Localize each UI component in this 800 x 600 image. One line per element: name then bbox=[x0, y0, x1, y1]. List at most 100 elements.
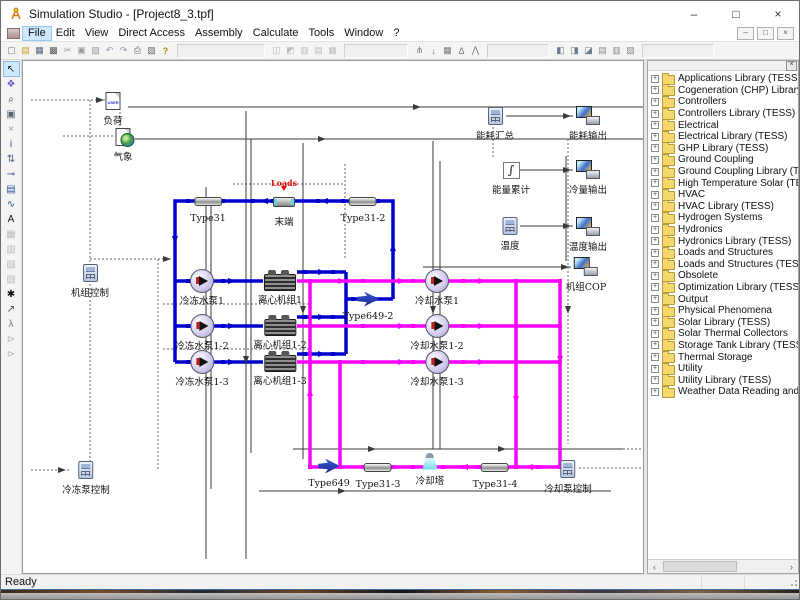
menu-tools[interactable]: Tools bbox=[304, 27, 340, 40]
window-refresh-icon[interactable]: ◨ bbox=[568, 44, 581, 57]
delete-icon[interactable]: × bbox=[4, 122, 19, 136]
expand-icon[interactable]: + bbox=[651, 121, 659, 129]
menu-edit[interactable]: Edit bbox=[51, 27, 80, 40]
component-cw-pump-1-2[interactable]: 冷却水泵1-2 bbox=[410, 314, 463, 352]
component-cooling-output[interactable]: 冷量输出 bbox=[569, 158, 607, 196]
expand-icon[interactable]: + bbox=[651, 144, 659, 152]
expand-icon[interactable]: + bbox=[651, 341, 659, 349]
window-new-icon[interactable]: ◧ bbox=[554, 44, 567, 57]
draw-link-icon[interactable]: ↗ bbox=[4, 302, 19, 316]
copy-icon[interactable]: ▣ bbox=[75, 44, 88, 57]
resize-grip[interactable] bbox=[787, 575, 799, 589]
run-icon[interactable]: λ bbox=[4, 317, 19, 331]
stamp-icon[interactable]: ▤ bbox=[4, 182, 19, 196]
component-unit-cop[interactable]: 机组COP bbox=[566, 255, 606, 293]
close-button[interactable]: × bbox=[757, 1, 799, 26]
table-icon[interactable]: ▦ bbox=[441, 44, 454, 57]
expand-icon[interactable]: + bbox=[651, 214, 659, 222]
pan-icon[interactable]: ❖ bbox=[4, 77, 19, 91]
print-preview-icon[interactable]: ▧ bbox=[145, 44, 158, 57]
tree-item-cogeneration-chp-library-tess[interactable]: +Cogeneration (CHP) Library (TESS) bbox=[648, 85, 798, 97]
expand-icon[interactable]: + bbox=[651, 226, 659, 234]
component-load[interactable]: USER负荷 bbox=[103, 89, 122, 127]
probe-icon[interactable]: ⇅ bbox=[4, 152, 19, 166]
window-report-icon[interactable]: ▤ bbox=[596, 44, 609, 57]
tree-item-physical-phenomena[interactable]: +Physical Phenomena bbox=[648, 305, 798, 317]
menu-file[interactable]: File bbox=[23, 27, 51, 40]
tree-item-thermal-storage[interactable]: +Thermal Storage bbox=[648, 351, 798, 363]
new-icon[interactable]: ▢ bbox=[5, 44, 18, 57]
terrain-icon[interactable]: ⋀ bbox=[469, 44, 482, 57]
link-icon[interactable]: ∿ bbox=[4, 197, 19, 211]
window-export-icon[interactable]: ▧ bbox=[624, 44, 637, 57]
component-terminal-unit[interactable]: Loads末端 bbox=[273, 190, 295, 228]
component-unit-control[interactable]: 机组控制 bbox=[71, 261, 109, 299]
tree-item-weather-data-reading-and-process[interactable]: +Weather Data Reading and Process bbox=[648, 386, 798, 398]
help-icon[interactable]: ? bbox=[159, 44, 172, 57]
component-cw-pump-1-3[interactable]: 冷却水泵1-3 bbox=[410, 350, 463, 388]
schematic-canvas[interactable]: USER负荷气象 Type31 Loads末端 Type31-2 能耗汇总 能耗输出 ∫能量… bbox=[22, 60, 644, 574]
tree-item-high-temperature-solar-tess[interactable]: +High Temperature Solar (TESS) bbox=[648, 177, 798, 189]
component-type649[interactable]: Type649 bbox=[308, 454, 350, 489]
component-chw-pump-1-3[interactable]: 冷冻水泵1-3 bbox=[175, 350, 228, 388]
component-weather[interactable]: 气象 bbox=[113, 125, 132, 163]
tree-item-applications-library-tess[interactable]: +Applications Library (TESS) bbox=[648, 73, 798, 85]
component-energy-summary[interactable]: 能耗汇总 bbox=[476, 104, 514, 142]
expand-icon[interactable]: + bbox=[651, 388, 659, 396]
tree-item-ground-coupling[interactable]: +Ground Coupling bbox=[648, 154, 798, 166]
component-energy-integrator[interactable]: ∫能量累计 bbox=[492, 158, 530, 196]
expand-icon[interactable]: + bbox=[651, 295, 659, 303]
component-type31[interactable]: Type31 bbox=[190, 189, 226, 224]
component-chw-pump-1[interactable]: 冷冻水泵1 bbox=[180, 269, 224, 307]
mdi-restore-button[interactable]: □ bbox=[757, 27, 774, 40]
expand-icon[interactable]: + bbox=[651, 86, 659, 94]
expand-icon[interactable]: + bbox=[651, 249, 659, 257]
component-chiller-1[interactable]: 离心机组1 bbox=[258, 268, 302, 306]
tree-item-utility[interactable]: +Utility bbox=[648, 363, 798, 375]
expand-icon[interactable]: + bbox=[651, 376, 659, 384]
expand-icon[interactable]: + bbox=[651, 330, 659, 338]
component-type31-2[interactable]: Type31-2 bbox=[341, 189, 386, 224]
flask-icon[interactable]: Δ bbox=[455, 44, 468, 57]
snapshot-icon[interactable]: ▣ bbox=[4, 107, 19, 121]
maximize-button[interactable]: □ bbox=[715, 1, 757, 26]
expand-icon[interactable]: + bbox=[651, 260, 659, 268]
tree-item-electrical[interactable]: +Electrical bbox=[648, 119, 798, 131]
component-cw-pump-control[interactable]: 冷却泵控制 bbox=[544, 457, 592, 495]
component-chw-pump-control[interactable]: 冷冻泵控制 bbox=[62, 458, 110, 496]
sort-descending-icon[interactable]: ↓ bbox=[427, 44, 440, 57]
component-temperature[interactable]: 温度 bbox=[500, 214, 519, 252]
text-icon[interactable]: A bbox=[4, 212, 19, 226]
expand-icon[interactable]: + bbox=[651, 318, 659, 326]
tree-item-storage-tank-library-tess[interactable]: +Storage Tank Library (TESS) bbox=[648, 340, 798, 352]
menu-help[interactable]: ? bbox=[388, 27, 404, 40]
mdi-minimize-button[interactable]: – bbox=[737, 27, 754, 40]
tree-item-hydrogen-systems[interactable]: +Hydrogen Systems bbox=[648, 212, 798, 224]
tree-item-utility-library-tess[interactable]: +Utility Library (TESS) bbox=[648, 374, 798, 386]
expand-icon[interactable]: + bbox=[651, 98, 659, 106]
scrollbar-thumb[interactable] bbox=[663, 561, 737, 572]
paste-icon[interactable]: ▨ bbox=[89, 44, 102, 57]
expand-icon[interactable]: + bbox=[651, 307, 659, 315]
menu-direct-access[interactable]: Direct Access bbox=[113, 27, 190, 40]
tree-item-output[interactable]: +Output bbox=[648, 293, 798, 305]
expand-icon[interactable]: + bbox=[651, 283, 659, 291]
component-type31-3[interactable]: Type31-3 bbox=[356, 455, 401, 490]
mdi-close-button[interactable]: × bbox=[777, 27, 794, 40]
tree-item-hvac-library-tess[interactable]: +HVAC Library (TESS) bbox=[648, 201, 798, 213]
tree-horizontal-scrollbar[interactable]: ‹ › bbox=[648, 559, 798, 573]
tree-item-hydronics[interactable]: +Hydronics bbox=[648, 224, 798, 236]
tree-item-solar-library-tess[interactable]: +Solar Library (TESS) bbox=[648, 316, 798, 328]
tree-item-ghp-library-tess[interactable]: +GHP Library (TESS) bbox=[648, 143, 798, 155]
expand-icon[interactable]: + bbox=[651, 202, 659, 210]
window-info-icon[interactable]: ◪ bbox=[582, 44, 595, 57]
select-icon[interactable]: ↖ bbox=[4, 62, 19, 76]
tree-item-obsolete[interactable]: +Obsolete bbox=[648, 270, 798, 282]
expand-icon[interactable]: + bbox=[651, 110, 659, 118]
component-energy-output[interactable]: 能耗输出 bbox=[569, 104, 607, 142]
undo-icon[interactable]: ↶ bbox=[103, 44, 116, 57]
tree-item-loads-and-structures[interactable]: +Loads and Structures bbox=[648, 247, 798, 259]
info-icon[interactable]: i bbox=[4, 137, 19, 151]
expand-icon[interactable]: + bbox=[651, 133, 659, 141]
component-type31-4[interactable]: Type31-4 bbox=[473, 455, 518, 490]
